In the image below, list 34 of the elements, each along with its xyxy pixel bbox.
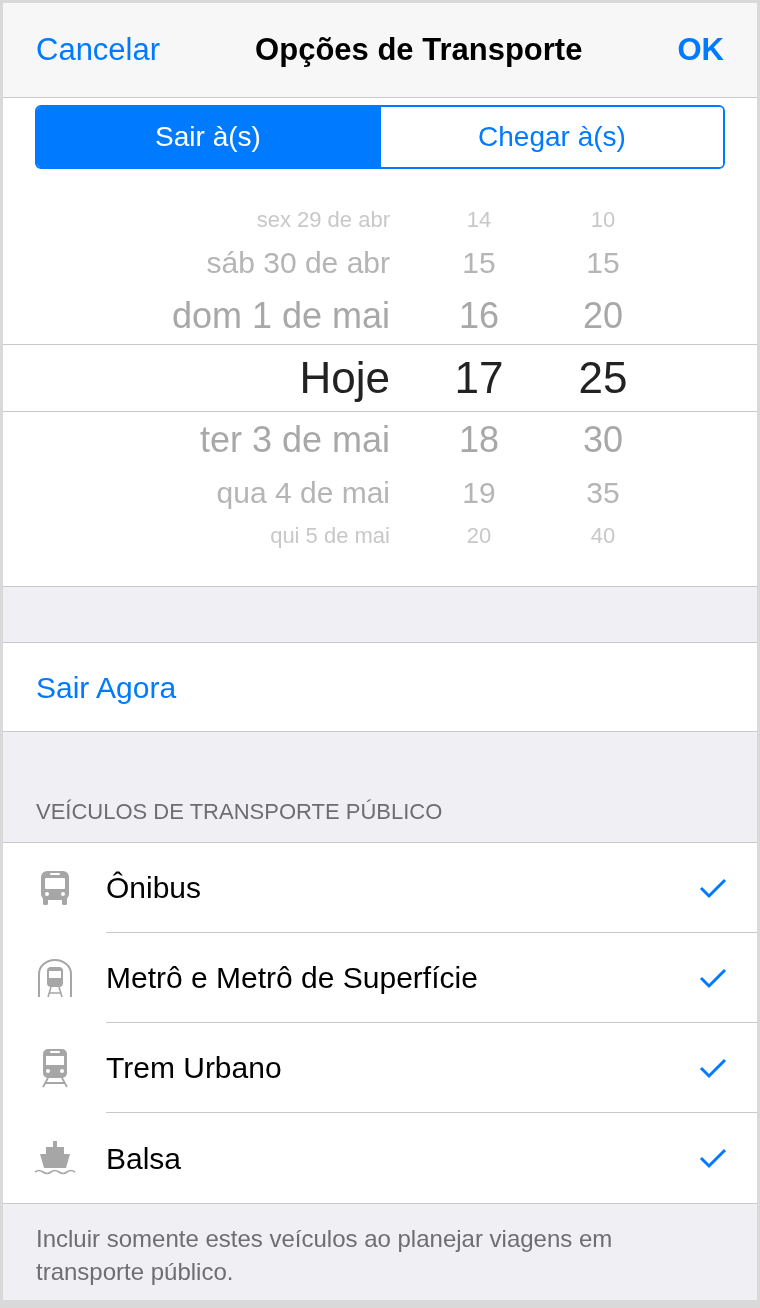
minute-option[interactable]: 15 <box>568 240 638 285</box>
leave-now-button[interactable]: Sair Agora <box>36 664 177 710</box>
segment-tab[interactable]: Sair à(s) <box>37 107 379 167</box>
date-option[interactable]: qua 4 de mai <box>3 470 390 515</box>
footer-note: Incluir somente estes veículos ao planejar viagens em transporte público. <box>36 1224 614 1287</box>
date-option[interactable]: sáb 30 de abr <box>3 240 390 285</box>
bus-icon <box>38 870 71 906</box>
vehicle-label: Ônibus <box>106 870 203 906</box>
vehicle-row[interactable]: Trem Urbano <box>3 1023 757 1113</box>
minute-option[interactable]: 35 <box>568 470 638 515</box>
date-option[interactable]: ter 3 de mai <box>3 412 390 467</box>
vehicle-label: Balsa <box>106 1140 183 1177</box>
ok-button[interactable]: OK <box>677 26 724 74</box>
train-icon <box>39 1048 70 1088</box>
minute-option[interactable]: 30 <box>568 412 638 467</box>
vehicle-label: Trem Urbano <box>106 1050 283 1086</box>
date-option[interactable]: Hoje <box>3 344 390 411</box>
section-header: VEÍCULOS DE TRANSPORTE PÚBLICO <box>36 798 443 826</box>
vehicle-row[interactable]: Metrô e Metrô de Superfície <box>3 933 757 1023</box>
navigation-title: Opções de Transporte <box>255 30 583 69</box>
hour-option[interactable]: 15 <box>390 240 568 285</box>
ferry-icon <box>33 1140 76 1176</box>
minute-option[interactable]: 25 <box>568 344 638 411</box>
hour-option[interactable]: 19 <box>390 470 568 515</box>
vehicle-row[interactable]: Ônibus <box>3 843 757 933</box>
vehicle-label: Metrô e Metrô de Superfície <box>106 960 479 996</box>
vehicle-row[interactable]: Balsa <box>3 1113 757 1203</box>
hour-option[interactable]: 18 <box>390 412 568 467</box>
minute-option[interactable]: 20 <box>568 288 638 343</box>
hour-option[interactable]: 17 <box>390 344 568 411</box>
segment-tab[interactable]: Chegar à(s) <box>379 107 723 167</box>
hour-option[interactable]: 16 <box>390 288 568 343</box>
date-option[interactable]: dom 1 de mai <box>3 288 390 343</box>
cancel-button[interactable]: Cancelar <box>36 26 161 74</box>
